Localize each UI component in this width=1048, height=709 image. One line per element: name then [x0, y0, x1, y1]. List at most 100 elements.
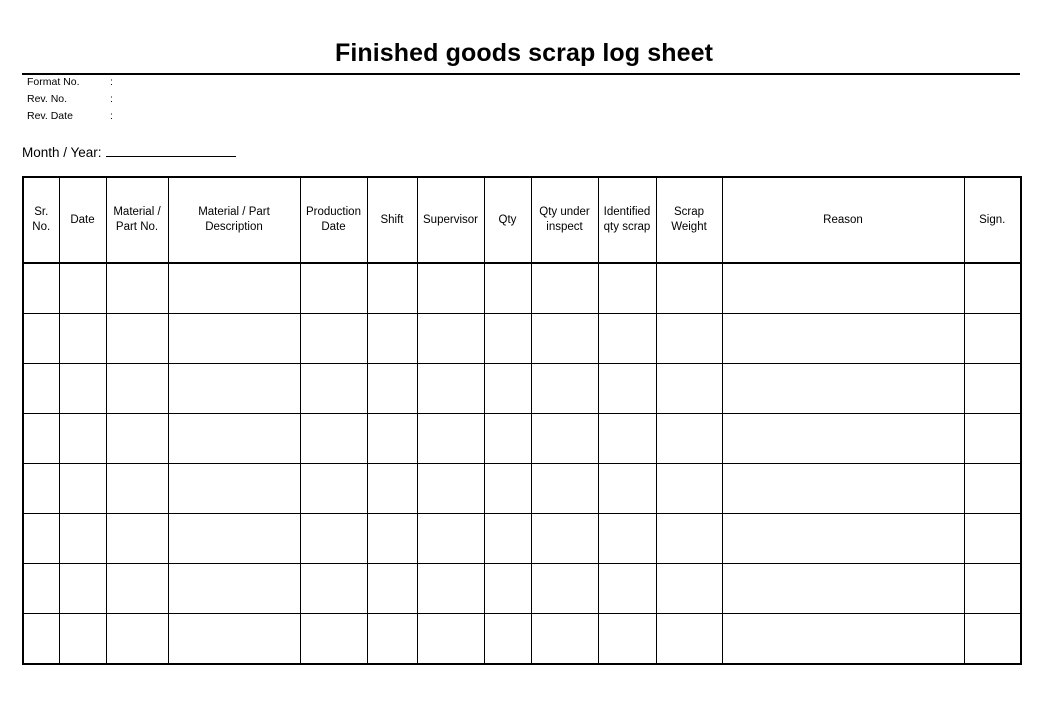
- cell-shift[interactable]: [366, 363, 418, 414]
- cell-scrap-weight[interactable]: [655, 563, 723, 614]
- cell-sign[interactable]: [963, 513, 1022, 564]
- cell-qty[interactable]: [483, 463, 532, 514]
- cell-shift[interactable]: [366, 563, 418, 614]
- cell-production-date[interactable]: [299, 563, 368, 614]
- cell-material-part-desc[interactable]: [167, 262, 301, 314]
- cell-material-part-no[interactable]: [105, 313, 169, 364]
- cell-shift[interactable]: [366, 313, 418, 364]
- cell-material-part-no[interactable]: [105, 613, 169, 665]
- cell-sr-no[interactable]: [22, 413, 60, 464]
- cell-production-date[interactable]: [299, 262, 368, 314]
- cell-qty-under-inspect[interactable]: [530, 563, 599, 614]
- cell-qty-under-inspect[interactable]: [530, 463, 599, 514]
- cell-sr-no[interactable]: [22, 313, 60, 364]
- cell-date[interactable]: [58, 262, 107, 314]
- cell-supervisor[interactable]: [416, 563, 485, 614]
- cell-scrap-weight[interactable]: [655, 262, 723, 314]
- cell-identified-qty-scrap[interactable]: [597, 262, 657, 314]
- cell-sign[interactable]: [963, 563, 1022, 614]
- cell-qty[interactable]: [483, 563, 532, 614]
- cell-production-date[interactable]: [299, 613, 368, 665]
- cell-material-part-no[interactable]: [105, 563, 169, 614]
- cell-scrap-weight[interactable]: [655, 613, 723, 665]
- cell-reason[interactable]: [721, 463, 965, 514]
- cell-shift[interactable]: [366, 513, 418, 564]
- cell-material-part-desc[interactable]: [167, 313, 301, 364]
- cell-identified-qty-scrap[interactable]: [597, 363, 657, 414]
- cell-material-part-no[interactable]: [105, 413, 169, 464]
- cell-shift[interactable]: [366, 413, 418, 464]
- cell-qty-under-inspect[interactable]: [530, 613, 599, 665]
- cell-identified-qty-scrap[interactable]: [597, 413, 657, 464]
- cell-reason[interactable]: [721, 613, 965, 665]
- cell-date[interactable]: [58, 413, 107, 464]
- cell-scrap-weight[interactable]: [655, 313, 723, 364]
- cell-qty-under-inspect[interactable]: [530, 313, 599, 364]
- cell-material-part-no[interactable]: [105, 513, 169, 564]
- month-year-input[interactable]: [105, 143, 236, 157]
- cell-material-part-desc[interactable]: [167, 513, 301, 564]
- cell-production-date[interactable]: [299, 463, 368, 514]
- cell-qty-under-inspect[interactable]: [530, 262, 599, 314]
- cell-scrap-weight[interactable]: [655, 513, 723, 564]
- cell-sr-no[interactable]: [22, 463, 60, 514]
- cell-sign[interactable]: [963, 613, 1022, 665]
- cell-sign[interactable]: [963, 463, 1022, 514]
- cell-identified-qty-scrap[interactable]: [597, 613, 657, 665]
- cell-date[interactable]: [58, 313, 107, 364]
- cell-identified-qty-scrap[interactable]: [597, 463, 657, 514]
- cell-qty[interactable]: [483, 413, 532, 464]
- cell-material-part-no[interactable]: [105, 262, 169, 314]
- cell-reason[interactable]: [721, 563, 965, 614]
- cell-reason[interactable]: [721, 313, 965, 364]
- cell-sign[interactable]: [963, 313, 1022, 364]
- cell-supervisor[interactable]: [416, 513, 485, 564]
- cell-identified-qty-scrap[interactable]: [597, 513, 657, 564]
- cell-shift[interactable]: [366, 613, 418, 665]
- cell-sign[interactable]: [963, 262, 1022, 314]
- cell-material-part-desc[interactable]: [167, 463, 301, 514]
- cell-reason[interactable]: [721, 363, 965, 414]
- cell-date[interactable]: [58, 363, 107, 414]
- cell-material-part-no[interactable]: [105, 363, 169, 414]
- cell-sr-no[interactable]: [22, 262, 60, 314]
- cell-scrap-weight[interactable]: [655, 363, 723, 414]
- cell-supervisor[interactable]: [416, 262, 485, 314]
- cell-production-date[interactable]: [299, 363, 368, 414]
- cell-qty[interactable]: [483, 262, 532, 314]
- cell-qty[interactable]: [483, 313, 532, 364]
- cell-reason[interactable]: [721, 413, 965, 464]
- cell-production-date[interactable]: [299, 313, 368, 364]
- cell-scrap-weight[interactable]: [655, 463, 723, 514]
- cell-qty-under-inspect[interactable]: [530, 513, 599, 564]
- cell-supervisor[interactable]: [416, 363, 485, 414]
- cell-sr-no[interactable]: [22, 513, 60, 564]
- cell-scrap-weight[interactable]: [655, 413, 723, 464]
- cell-reason[interactable]: [721, 513, 965, 564]
- cell-supervisor[interactable]: [416, 613, 485, 665]
- cell-sign[interactable]: [963, 363, 1022, 414]
- cell-supervisor[interactable]: [416, 313, 485, 364]
- cell-reason[interactable]: [721, 262, 965, 314]
- cell-production-date[interactable]: [299, 513, 368, 564]
- cell-material-part-desc[interactable]: [167, 563, 301, 614]
- cell-qty-under-inspect[interactable]: [530, 413, 599, 464]
- cell-date[interactable]: [58, 463, 107, 514]
- cell-shift[interactable]: [366, 262, 418, 314]
- cell-material-part-desc[interactable]: [167, 613, 301, 665]
- cell-sr-no[interactable]: [22, 613, 60, 665]
- cell-qty[interactable]: [483, 513, 532, 564]
- cell-date[interactable]: [58, 563, 107, 614]
- cell-date[interactable]: [58, 613, 107, 665]
- cell-supervisor[interactable]: [416, 463, 485, 514]
- cell-sr-no[interactable]: [22, 563, 60, 614]
- cell-qty[interactable]: [483, 613, 532, 665]
- cell-date[interactable]: [58, 513, 107, 564]
- cell-sr-no[interactable]: [22, 363, 60, 414]
- cell-qty[interactable]: [483, 363, 532, 414]
- cell-qty-under-inspect[interactable]: [530, 363, 599, 414]
- cell-identified-qty-scrap[interactable]: [597, 313, 657, 364]
- cell-production-date[interactable]: [299, 413, 368, 464]
- cell-sign[interactable]: [963, 413, 1022, 464]
- cell-material-part-no[interactable]: [105, 463, 169, 514]
